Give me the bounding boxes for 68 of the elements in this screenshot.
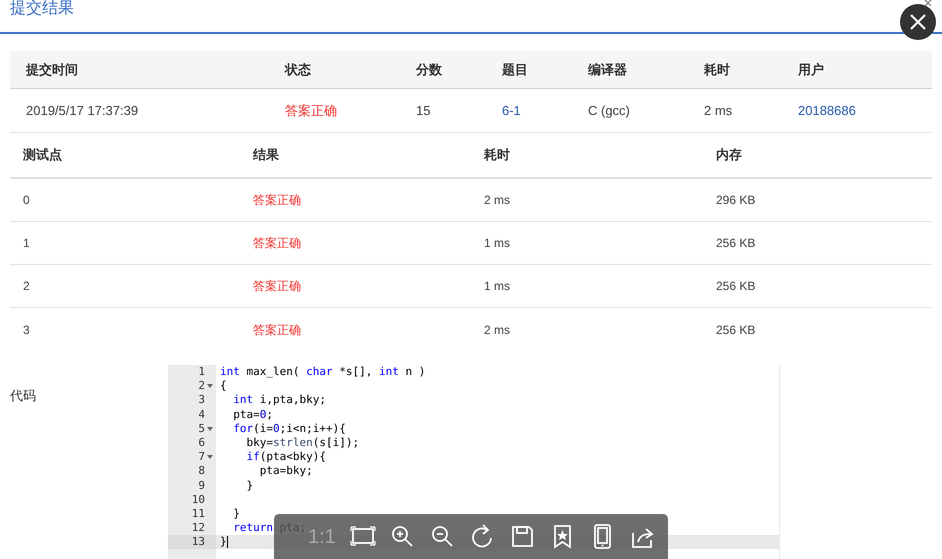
table-cell-text: 256 KB bbox=[716, 278, 756, 295]
table-cell-text: 1 ms bbox=[484, 235, 512, 252]
column-header: 内存 bbox=[716, 146, 743, 164]
line-number: 4 bbox=[198, 408, 205, 422]
column-header: 结果 bbox=[253, 146, 280, 164]
line-number: 5 bbox=[198, 422, 205, 436]
close-icon[interactable] bbox=[924, 0, 932, 6]
table-cell-text: 答案正确 bbox=[253, 192, 302, 209]
table-cell-text: 2 bbox=[23, 278, 31, 295]
line-number: 11 bbox=[192, 506, 205, 522]
table-cell-text: 答案正确 bbox=[253, 278, 302, 295]
code-line: } bbox=[220, 535, 227, 548]
code-line: pta=0; bbox=[232, 408, 273, 421]
table-cell-text: 答案正确 bbox=[253, 235, 302, 252]
save-button[interactable] bbox=[510, 524, 536, 550]
table-cell-text: 答案正确 bbox=[253, 322, 302, 338]
fold-icon[interactable] bbox=[207, 426, 213, 431]
close-button[interactable] bbox=[900, 4, 936, 40]
table-cell-text: 0 bbox=[23, 192, 31, 209]
column-header: 耗时 bbox=[704, 60, 731, 79]
column-header: 状态 bbox=[285, 60, 312, 79]
table-cell-text: 3 bbox=[23, 322, 31, 338]
line-number: 10 bbox=[192, 492, 205, 507]
text-cursor bbox=[226, 536, 228, 548]
table-cell-text: 答案正确 bbox=[285, 102, 338, 120]
table-cell-text: 1 ms bbox=[484, 278, 512, 295]
close-icon bbox=[909, 13, 927, 31]
table-cell-text: 2 ms bbox=[704, 102, 734, 120]
column-header: 用户 bbox=[798, 60, 825, 79]
code-line: for(i=0;i<n;i++){ bbox=[232, 422, 346, 435]
code-line: int max_len( char *s[], int n ) bbox=[220, 365, 426, 378]
table-cell-text: 15 bbox=[416, 102, 432, 120]
column-header: 编译器 bbox=[588, 60, 628, 79]
table-cell-text: 2 ms bbox=[484, 322, 512, 338]
line-number: 1 bbox=[198, 365, 205, 380]
table-cell-text: 296 KB bbox=[716, 192, 756, 209]
table-cell-text: 256 KB bbox=[716, 235, 756, 252]
line-number: 2 bbox=[198, 379, 205, 394]
column-header: 分数 bbox=[416, 60, 443, 79]
table-cell-text: 2019/5/17 17:37:39 bbox=[26, 102, 140, 120]
code-line: } bbox=[232, 506, 240, 520]
table-link[interactable]: 6-1 bbox=[502, 100, 588, 120]
code-line: { bbox=[220, 379, 227, 392]
fold-icon[interactable] bbox=[207, 455, 213, 460]
code-line: bky=strlen(s[i]); bbox=[245, 436, 360, 449]
code-label: 代码 bbox=[10, 388, 36, 403]
code-line: pta=bky; bbox=[258, 464, 313, 478]
save-icon bbox=[510, 524, 536, 550]
code-line: if(pta<bky){ bbox=[245, 450, 326, 464]
column-header: 耗时 bbox=[484, 146, 511, 164]
table-cell-text: C (gcc) bbox=[588, 102, 631, 120]
code-line: int i,pta,bky; bbox=[232, 393, 326, 406]
column-header: 测试点 bbox=[23, 146, 63, 164]
table-cell-text: 256 KB bbox=[716, 322, 756, 338]
table-link[interactable]: 20188686 bbox=[798, 100, 932, 120]
code-line: } bbox=[245, 478, 254, 492]
fold-icon[interactable] bbox=[207, 384, 213, 388]
line-number: 3 bbox=[198, 393, 205, 408]
line-number: 13 bbox=[192, 535, 205, 550]
line-number: 7 bbox=[198, 450, 205, 464]
table-cell-text: 1 bbox=[23, 235, 31, 252]
column-header: 提交时间 bbox=[26, 60, 79, 79]
line-number: 12 bbox=[192, 521, 205, 536]
table-cell-text: 2 ms bbox=[484, 192, 512, 209]
line-number: 8 bbox=[198, 464, 205, 478]
column-header: 题目 bbox=[502, 60, 529, 79]
line-number: 9 bbox=[198, 478, 205, 493]
line-number: 6 bbox=[198, 436, 205, 450]
